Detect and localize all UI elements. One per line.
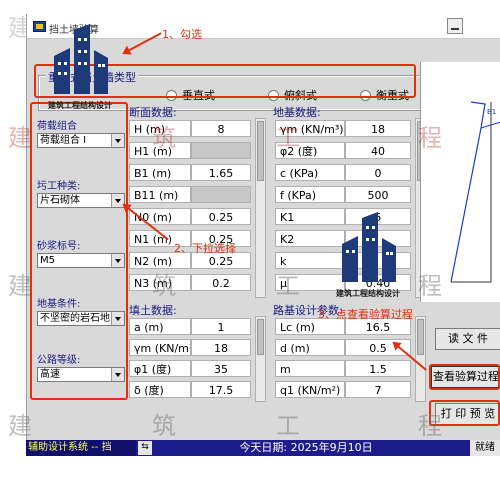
param-value-cell[interactable]: 7 — [345, 381, 411, 398]
param-value-cell[interactable]: 18 — [345, 120, 411, 137]
watermark-char: 程 — [418, 412, 442, 440]
param-name-cell: B1 (m) — [129, 164, 191, 181]
status-date: 今天日期: 2025年9月10日 — [239, 441, 373, 454]
watermark-char: 工 — [276, 272, 300, 300]
scrollbar-thumb[interactable] — [257, 121, 264, 181]
watermark-char: 程 — [418, 124, 442, 152]
param-value-cell[interactable]: 500 — [345, 186, 411, 203]
param-value-cell[interactable]: 8 — [191, 120, 251, 137]
scrollbar-thumb[interactable] — [417, 319, 424, 355]
param-name-cell: φ1 (度) — [129, 360, 191, 377]
watermark-char: 筑 — [152, 272, 176, 300]
watermark-char: 建 — [8, 124, 32, 152]
param-name-cell: m — [275, 360, 345, 377]
param-value-cell[interactable] — [191, 186, 251, 203]
watermark-char: 筑 — [152, 124, 176, 152]
param-value-cell[interactable]: 35 — [191, 360, 251, 377]
watermark-char: 建 — [8, 412, 32, 440]
building-logo-icon — [342, 212, 396, 282]
param-name-cell: q1 (KN/m²) — [275, 381, 345, 398]
param-value-cell[interactable]: 0.2 — [191, 274, 251, 291]
annotation-step3: 3、点查看验算过程 — [318, 308, 413, 321]
status-bar: 辅助设计系统 -- 挡 ⇆ 今天日期: 2025年9月10日 就绪 — [26, 440, 500, 456]
param-name-cell: δ (度) — [129, 381, 191, 398]
param-value-cell[interactable]: 1.65 — [191, 164, 251, 181]
watermark-char: 工 — [276, 124, 300, 152]
roadbed-grid-scrollbar[interactable] — [415, 316, 426, 402]
annotation-step1: 1、勾选 — [162, 28, 202, 41]
annotation-step2: 2、下拉选择 — [174, 242, 236, 255]
param-value-cell[interactable]: 1.5 — [345, 360, 411, 377]
highlight-options-panel — [30, 102, 128, 400]
minimize-button[interactable] — [447, 18, 463, 34]
highlight-view-calc — [429, 364, 500, 390]
svg-text:B1: B1 — [487, 108, 496, 116]
watermark-char: 筑 — [152, 412, 176, 440]
watermark-char: 建 — [8, 272, 32, 300]
status-app-name: 辅助设计系统 -- 挡 — [26, 440, 136, 456]
watermark-char: 程 — [418, 272, 442, 300]
param-value-cell[interactable]: 0.25 — [191, 208, 251, 225]
fill-data-title: 填土数据: — [129, 304, 177, 317]
swap-arrow-icon[interactable]: ⇆ — [138, 441, 152, 455]
param-name-cell: B11 (m) — [129, 186, 191, 203]
param-value-cell[interactable] — [191, 142, 251, 159]
param-name-cell: c (KPa) — [275, 164, 345, 181]
param-value-cell[interactable]: 18 — [191, 339, 251, 356]
param-name-cell: f (KPa) — [275, 186, 345, 203]
building-logo-icon — [54, 24, 108, 94]
section-grid-scrollbar[interactable] — [255, 118, 266, 298]
param-value-cell[interactable]: 40 — [345, 142, 411, 159]
read-file-button[interactable]: 读 文 件 — [435, 328, 500, 350]
status-ready: 就绪 — [470, 440, 500, 456]
param-value-cell[interactable]: 0 — [345, 164, 411, 181]
param-name-cell: γm (KN/m³) — [129, 339, 191, 356]
param-value-cell[interactable]: 1 — [191, 318, 251, 335]
watermark-logo: 建筑工程结构设计 — [40, 20, 120, 112]
watermark-char: 工 — [276, 412, 300, 440]
fill-grid-scrollbar[interactable] — [255, 316, 266, 402]
watermark-logo-caption: 建筑工程结构设计 — [336, 289, 400, 298]
scrollbar-thumb[interactable] — [257, 319, 264, 355]
watermark-logo-caption: 建筑工程结构设计 — [48, 101, 112, 110]
param-value-cell[interactable]: 17.5 — [191, 381, 251, 398]
watermark-logo: 建筑工程结构设计 — [328, 208, 408, 300]
param-name-cell: a (m) — [129, 318, 191, 335]
param-name-cell: d (m) — [275, 339, 345, 356]
